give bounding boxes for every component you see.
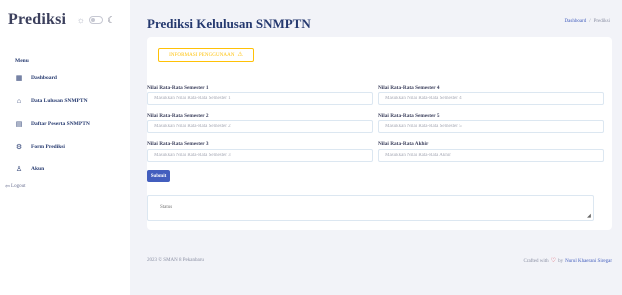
semester-2-input[interactable] [147,120,373,133]
sidebar-item-label: Dashboard [31,75,57,81]
sidebar-item-dashboard[interactable]: ▦ Dashboard [15,73,57,83]
final-average-label: Nilai Rata-Rata Akhir [378,141,429,147]
sidebar-item-daftar-peserta[interactable]: ▤ Daftar Peserta SNMPTN [15,119,90,129]
sidebar-item-akun[interactable]: ♙ Akun [15,164,44,174]
footer-crafted-by: by [558,258,564,264]
semester-3-input[interactable] [147,149,373,162]
semester-4-label: Nilai Rata-Rata Semester 4 [378,85,440,91]
sidebar-item-label: Data Lulusan SNMPTN [31,98,88,104]
breadcrumb-separator: / [589,19,591,24]
sidebar-item-data-lulusan[interactable]: ⌂ Data Lulusan SNMPTN [15,96,88,106]
sun-icon: ☼ [76,14,85,25]
table-icon: ▤ [15,120,23,128]
sidebar-item-label: Akun [31,166,45,172]
footer-credit: Crafted with ♡ by Nurul Khaerani Siregar [524,258,612,264]
page-title: Prediksi Kelulusan SNMPTN [147,16,311,31]
semester-1-input[interactable] [147,92,373,105]
sidebar-item-label: Form Prediksi [31,144,65,150]
footer-crafted-prefix: Crafted with [523,258,549,264]
grid-icon: ▦ [15,74,23,82]
final-average-input[interactable] [378,149,604,162]
gear-icon: ⚙ [15,143,23,151]
sidebar-item-form-prediksi[interactable]: ⚙ Form Prediksi [15,142,65,152]
submit-button[interactable]: Submit [147,170,170,182]
status-output[interactable] [147,195,594,221]
breadcrumb-dashboard[interactable]: Dashboard [565,19,587,24]
heart-icon: ♡ [550,258,557,264]
sidebar-item-label: Daftar Peserta SNMPTN [31,121,90,127]
moon-icon: ☾ [107,14,116,25]
semester-3-label: Nilai Rata-Rata Semester 3 [147,141,209,147]
sidebar: Prediksi ☼ ☾ Menu ▦ Dashboard ⌂ Data Lul… [0,0,130,295]
semester-1-label: Nilai Rata-Rata Semester 1 [147,85,209,91]
dark-mode-switch[interactable] [89,16,104,24]
bank-icon: ⌂ [16,97,22,105]
brand-title[interactable]: Prediksi [8,11,66,29]
semester-5-input[interactable] [378,120,604,133]
semester-2-label: Nilai Rata-Rata Semester 2 [147,113,209,119]
logout-label: Logout [11,184,26,189]
semester-5-label: Nilai Rata-Rata Semester 5 [378,113,440,119]
usage-info-button[interactable]: INFORMASI PENGGUNAAN ⚠ [158,48,254,62]
menu-heading: Menu [15,58,29,64]
footer-copyright: 2023 © SMAN 8 Pekanbaru [147,258,204,263]
theme-toggle[interactable]: ☼ ☾ [76,14,116,25]
semester-4-input[interactable] [378,92,604,105]
prediction-form-card: INFORMASI PENGGUNAAN ⚠ Nilai Rata-Rata S… [147,37,612,230]
logout-link[interactable]: ⇦ Logout [5,183,25,190]
breadcrumb-current: Prediksi [593,19,610,24]
resize-grip-icon[interactable]: ◢ [587,214,591,219]
usage-info-label: INFORMASI PENGGUNAAN [169,52,235,58]
user-icon: ♙ [15,165,23,173]
breadcrumb: Dashboard / Prediksi [565,19,610,24]
logout-icon: ⇦ [5,184,11,190]
footer-author-link[interactable]: Nurul Khaerani Siregar [565,259,612,264]
brand: Prediksi ☼ ☾ [8,11,116,29]
warning-icon: ⚠ [237,52,243,58]
